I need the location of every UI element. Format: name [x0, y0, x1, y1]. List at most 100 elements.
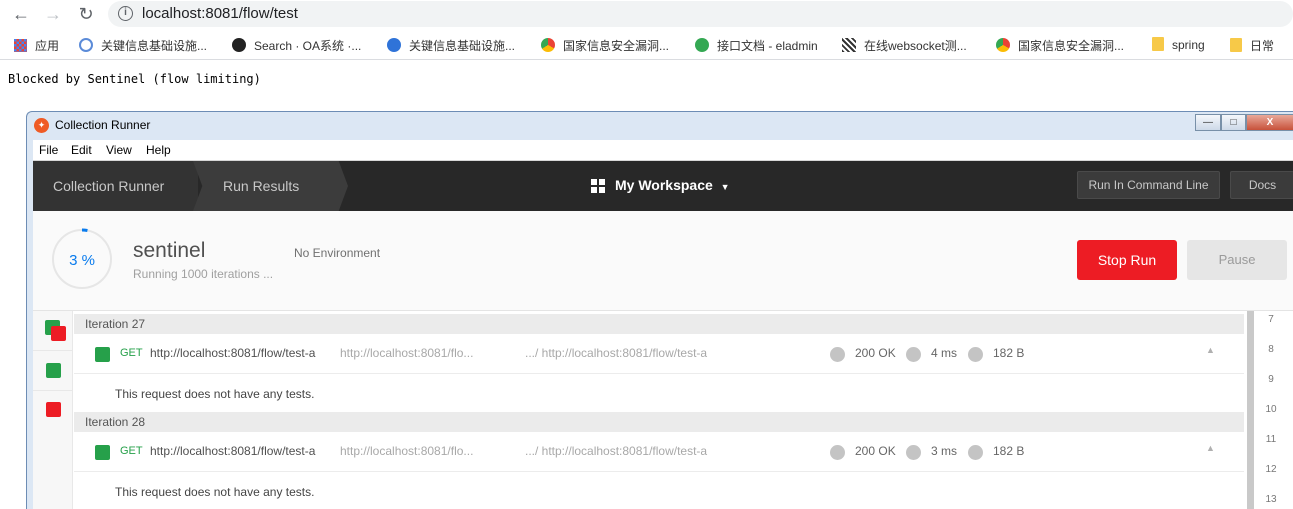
- menu-view[interactable]: View: [106, 143, 132, 157]
- status-dot-icon: [830, 445, 845, 460]
- tab-run-results[interactable]: Run Results: [193, 161, 348, 211]
- workspace-selector[interactable]: My Workspace ▼: [615, 177, 730, 193]
- bookmark-item[interactable]: 关键信息基础设施...: [79, 37, 207, 55]
- bookmarks-bar: 应用 关键信息基础设施... Search · OA系统 ·... 关键信息基础…: [0, 32, 1293, 60]
- line-number: 10: [1265, 404, 1277, 415]
- menu-help[interactable]: Help: [146, 143, 171, 157]
- workspace-grid-icon: [591, 179, 605, 193]
- run-results-list: Iteration 27 GET http://localhost:8081/f…: [33, 311, 1293, 509]
- runner-header: Collection Runner Run Results My Workspa…: [33, 161, 1293, 211]
- bookmark-item[interactable]: 接口文档 - eladmin: [695, 37, 818, 55]
- results-scrollbar[interactable]: [1247, 311, 1254, 509]
- test-results: This request does not have any tests.: [115, 387, 315, 401]
- http-method: GET: [120, 445, 143, 457]
- environment-label: No Environment: [294, 246, 381, 260]
- request-path: .../ http://localhost:8081/flow/test-a: [525, 346, 708, 360]
- postman-logo-icon: ✦: [34, 118, 49, 133]
- run-in-command-line-button[interactable]: Run In Command Line: [1077, 171, 1220, 199]
- pass-indicator: [95, 347, 110, 362]
- back-arrow-icon[interactable]: ←: [10, 3, 32, 25]
- line-number: 9: [1268, 374, 1274, 385]
- bookmark-folder[interactable]: spring: [1152, 37, 1205, 55]
- response-status: 200 OK: [855, 346, 896, 360]
- window-title: Collection Runner: [55, 118, 151, 132]
- collection-runner-window: ✦ Collection Runner — □ X File Edit View…: [26, 111, 1293, 509]
- sidebar-pass-filter[interactable]: [33, 351, 73, 391]
- iteration-header: Iteration 27: [74, 314, 1244, 334]
- chrome-icon: [996, 38, 1010, 52]
- pass-indicator: [46, 363, 61, 378]
- run-status: Running 1000 iterations ...: [133, 267, 274, 281]
- reload-icon[interactable]: ↻: [75, 3, 97, 25]
- workspace-label: My Workspace: [615, 177, 713, 193]
- bookmark-label: 日常: [1250, 39, 1275, 53]
- bookmark-apps[interactable]: 应用: [14, 37, 59, 55]
- forward-arrow-icon[interactable]: →: [42, 3, 64, 25]
- test-results: This request does not have any tests.: [115, 485, 315, 499]
- info-icon[interactable]: i: [118, 6, 133, 21]
- collapse-caret-icon[interactable]: ▲: [1206, 345, 1215, 355]
- bookmark-item[interactable]: 在线websocket测...: [842, 37, 967, 55]
- close-button[interactable]: X: [1246, 114, 1293, 131]
- bookmark-label: 关键信息基础设施...: [409, 39, 516, 53]
- bookmark-item[interactable]: 国家信息安全漏洞...: [996, 37, 1124, 55]
- docs-button[interactable]: Docs: [1230, 171, 1293, 199]
- time-dot-icon: [906, 445, 921, 460]
- request-row[interactable]: GET http://localhost:8081/flow/test-a ht…: [74, 432, 1244, 472]
- collapse-caret-icon[interactable]: ▲: [1206, 443, 1215, 453]
- fail-indicator: [46, 402, 61, 417]
- request-row[interactable]: GET http://localhost:8081/flow/test-a ht…: [74, 334, 1244, 374]
- status-dot-icon: [830, 347, 845, 362]
- qrcode-icon: [842, 38, 856, 52]
- response-time: 4 ms: [931, 346, 958, 360]
- iteration-header: Iteration 28: [74, 412, 1244, 432]
- bookmark-item[interactable]: Search · OA系统 ·...: [232, 37, 361, 55]
- green-dot-icon: [695, 38, 709, 52]
- request-url-short: http://localhost:8081/flo...: [340, 444, 474, 458]
- chrome-icon: [541, 38, 555, 52]
- size-dot-icon: [968, 445, 983, 460]
- caret-down-icon: ▼: [720, 182, 730, 192]
- bookmark-item[interactable]: 国家信息安全漏洞...: [541, 37, 669, 55]
- folder-icon: [1230, 38, 1242, 52]
- bookmark-label: Search · OA系统 ·...: [254, 39, 362, 53]
- request-url: http://localhost:8081/flow/test-a: [150, 346, 316, 360]
- progress-percent: 3 %: [69, 252, 95, 269]
- menu-file[interactable]: File: [39, 143, 58, 157]
- line-number: 13: [1265, 494, 1277, 505]
- response-time: 3 ms: [931, 444, 958, 458]
- address-bar[interactable]: i localhost:8081/flow/test: [108, 1, 1293, 27]
- bookmark-label: 国家信息安全漏洞...: [1018, 39, 1125, 53]
- page-message: Blocked by Sentinel (flow limiting): [8, 72, 261, 86]
- bookmark-label: 在线websocket测...: [864, 39, 967, 53]
- globe-icon: [79, 38, 93, 52]
- tab-label: Collection Runner: [53, 178, 165, 194]
- fail-indicator: [51, 326, 66, 341]
- minimize-button[interactable]: —: [1195, 114, 1221, 131]
- response-size: 182 B: [993, 346, 1025, 360]
- collection-name: sentinel: [133, 239, 206, 262]
- bookmark-item[interactable]: 关键信息基础设施...: [387, 37, 515, 55]
- iteration-sidebar: [33, 311, 73, 509]
- tab-label: Run Results: [223, 178, 300, 194]
- bookmark-label: 应用: [35, 39, 60, 53]
- request-url: http://localhost:8081/flow/test-a: [150, 444, 316, 458]
- maximize-button[interactable]: □: [1221, 114, 1246, 131]
- menu-edit[interactable]: Edit: [71, 143, 92, 157]
- pause-button[interactable]: Pause: [1187, 240, 1287, 280]
- menu-bar: File Edit View Help: [33, 140, 1293, 161]
- bookmark-folder[interactable]: 日常: [1230, 37, 1274, 55]
- request-path: .../ http://localhost:8081/flow/test-a: [525, 444, 708, 458]
- swirl-icon: [387, 38, 401, 52]
- scrollbar-thumb[interactable]: [1247, 311, 1254, 509]
- sidebar-mixed-status[interactable]: [33, 311, 73, 351]
- url-text[interactable]: localhost:8081/flow/test: [142, 5, 298, 22]
- browser-toolbar: ← → ↻ i localhost:8081/flow/test: [0, 0, 1293, 28]
- response-status: 200 OK: [855, 444, 896, 458]
- apps-grid-icon: [14, 39, 27, 52]
- request-url-short: http://localhost:8081/flo...: [340, 346, 474, 360]
- tab-collection-runner[interactable]: Collection Runner: [33, 161, 198, 211]
- line-number: 7: [1268, 314, 1274, 325]
- sidebar-fail-filter[interactable]: [33, 391, 73, 431]
- stop-run-button[interactable]: Stop Run: [1077, 240, 1177, 280]
